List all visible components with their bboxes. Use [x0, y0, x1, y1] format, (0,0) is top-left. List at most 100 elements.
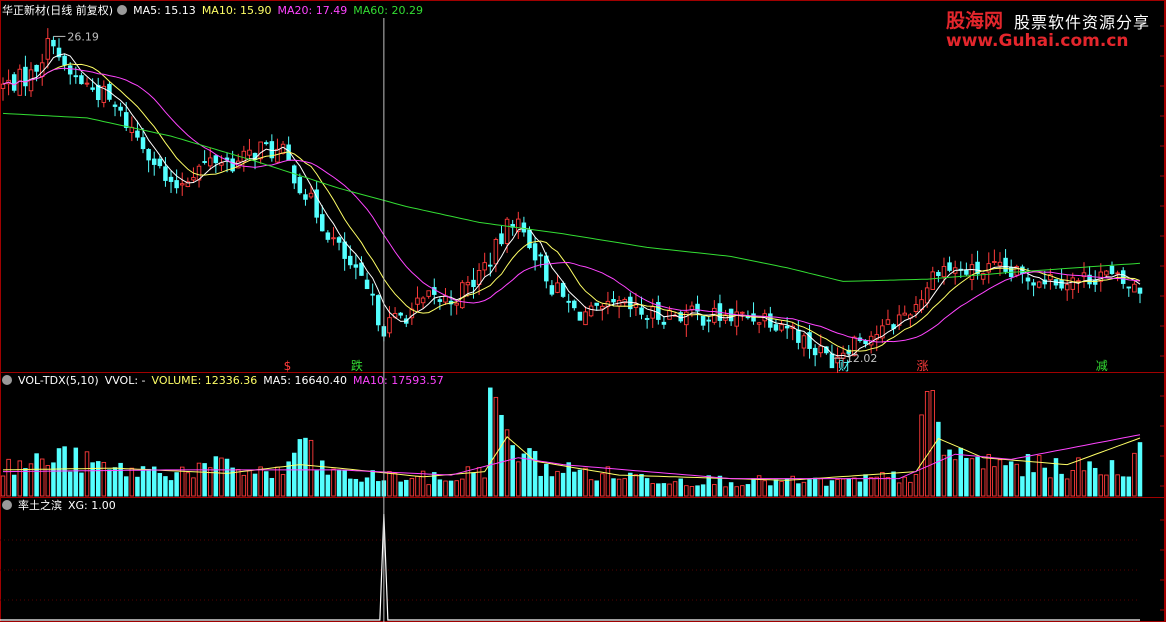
volume-bar [1070, 470, 1076, 497]
candle-body [415, 297, 420, 305]
volume-bar [364, 477, 370, 497]
candle-body [583, 311, 588, 326]
volume-bar [112, 467, 118, 497]
candle-body [947, 262, 952, 271]
volume-bar [717, 475, 723, 497]
candle-body [359, 262, 364, 276]
volume-bar [975, 456, 980, 497]
volume-bar [969, 458, 975, 497]
volume-bar [1059, 473, 1064, 497]
candle-body [863, 340, 868, 345]
event-marker: 财 [838, 359, 850, 373]
volume-bar [555, 470, 560, 497]
volume-bar [196, 462, 202, 497]
volume-bar [1092, 467, 1098, 497]
volume-bar [219, 457, 224, 497]
candle-body [1059, 279, 1064, 289]
candle-body [118, 106, 123, 111]
candle-body [163, 166, 168, 181]
candle-body [387, 317, 392, 334]
candle-body [241, 150, 247, 162]
volume-bar [73, 447, 79, 497]
volume-bar [840, 478, 846, 497]
volume-bar [1014, 463, 1020, 497]
volume-bar [107, 469, 112, 497]
volume-bar [919, 414, 924, 497]
volume-bar [678, 478, 683, 497]
volume-bar [863, 474, 868, 497]
candle-body [577, 311, 583, 321]
volume-bar [1042, 467, 1048, 497]
volume-bar [740, 485, 745, 497]
candle-body [706, 319, 711, 322]
volume-bar [1087, 461, 1092, 497]
volume-bar [235, 469, 241, 497]
volume-bar [129, 467, 135, 497]
chart-canvas[interactable]: 26.19 12.02 $ 跌 财 涨 减 [0, 0, 1166, 622]
candle-body [493, 239, 499, 265]
volume-bar [297, 439, 303, 497]
volume-bar [404, 479, 409, 497]
candle-body [538, 254, 543, 257]
volume-bar [247, 469, 252, 497]
volume-bar [812, 477, 818, 497]
volume-bar [1109, 460, 1115, 497]
volume-bar [633, 474, 639, 497]
candle-body [263, 142, 269, 145]
ma60-line [2, 112, 1141, 282]
candle-body [661, 321, 667, 325]
volume-bar [1081, 470, 1087, 497]
candle-body [34, 64, 39, 72]
volume-bar [252, 473, 258, 497]
volume-bar [689, 486, 695, 497]
volume-bar [1064, 478, 1070, 497]
candle-body [353, 264, 359, 268]
volume-bar [101, 461, 107, 497]
volume-bar [151, 466, 157, 497]
volume-bar [359, 481, 364, 497]
volume-bar [95, 461, 101, 497]
candle-body [454, 302, 459, 306]
volume-bar [415, 475, 420, 497]
volume-bar [605, 466, 611, 497]
volume-bar [454, 480, 459, 497]
volume-bar [1020, 476, 1025, 497]
volume-bar [700, 484, 706, 497]
candle-body [936, 271, 941, 277]
volume-bar [308, 439, 314, 497]
candle-body [331, 237, 336, 240]
chart-window: { "price_header": { "title": "华正新材(日线 前复… [0, 0, 1166, 622]
volume-bar [258, 466, 263, 497]
volume-bar [280, 474, 286, 497]
volume-bar [639, 474, 644, 497]
volume-bar [695, 485, 700, 497]
volume-bar [880, 471, 885, 497]
candle-body [1025, 277, 1031, 282]
candle-body [84, 82, 90, 85]
candle-body [258, 141, 263, 160]
candle-body [1003, 257, 1008, 272]
volume-bar [6, 458, 11, 497]
volume-bar [45, 465, 51, 497]
volume-bar [908, 481, 913, 497]
volume-bar [723, 486, 728, 497]
candle-body [303, 194, 308, 200]
volume-bar [0, 475, 6, 497]
volume-bar [980, 468, 986, 497]
volume-bar [426, 484, 431, 497]
candle-body [1064, 284, 1070, 291]
volume-bar [667, 483, 672, 497]
candle-body [532, 243, 538, 261]
candle-body [90, 87, 95, 90]
volume-bar [168, 480, 174, 497]
xg-signal-line [0, 513, 1140, 621]
candle-body [62, 55, 67, 66]
volume-bar [241, 474, 247, 497]
candle-body [930, 271, 936, 290]
volume-bar [510, 445, 515, 497]
candle-body [376, 295, 381, 326]
candle-body [499, 233, 504, 245]
candle-body [1137, 287, 1143, 294]
candle-body [460, 282, 465, 309]
volume-bar [135, 476, 140, 497]
